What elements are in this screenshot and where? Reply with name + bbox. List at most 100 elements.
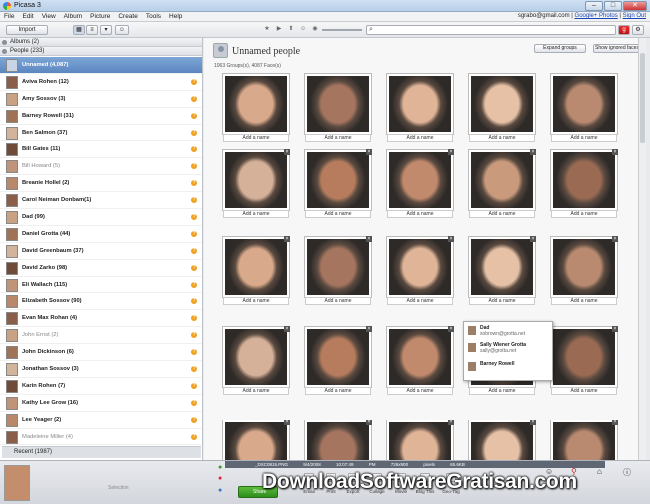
face-photo[interactable] [305, 237, 371, 297]
clear-icon[interactable]: ● [218, 475, 222, 482]
sidebar-item-person[interactable]: Jonathan Sossov (3)? [0, 361, 202, 378]
add-name-field[interactable]: Add a name [469, 297, 535, 305]
ignore-face-icon[interactable]: × [284, 420, 290, 425]
maximize-button[interactable]: □ [604, 1, 622, 11]
scrollbar-thumb[interactable] [640, 53, 645, 143]
add-name-field[interactable]: Add a name [551, 387, 617, 395]
face-tile[interactable]: × Add a name [302, 149, 374, 230]
face-tile[interactable]: × [384, 420, 456, 460]
sidebar-item-person[interactable]: Lee Yeager (2)? [0, 412, 202, 429]
unconfirmed-icon[interactable]: ? [191, 298, 197, 305]
sidebar-item-person[interactable]: David Greenbaum (37)? [0, 243, 202, 260]
face-photo[interactable] [305, 420, 371, 460]
face-tile[interactable]: × Add a name [466, 236, 538, 317]
face-photo[interactable] [305, 74, 371, 134]
menu-help[interactable]: Help [165, 12, 186, 20]
sidebar-item-person[interactable]: Karin Rohen (7)? [0, 378, 202, 395]
face-tile[interactable]: × [466, 420, 538, 460]
sidebar-item-person[interactable]: Bill Gates (11)? [0, 141, 202, 159]
ignore-face-icon[interactable]: × [530, 420, 536, 425]
add-name-field[interactable]: Add a name [223, 210, 289, 218]
unconfirmed-icon[interactable]: ? [191, 95, 197, 102]
sidebar-item-person[interactable]: Ben Salmon (37)? [0, 125, 202, 142]
face-photo[interactable] [305, 327, 371, 387]
expand-arrow-icon[interactable] [2, 40, 7, 45]
sidebar-item-person[interactable]: Daniel Grotta (44)? [0, 226, 202, 243]
face-tile[interactable]: × Add a name [548, 326, 620, 407]
add-name-field[interactable]: Add a name [551, 210, 617, 218]
add-name-field[interactable]: Add a name [305, 297, 371, 305]
close-button[interactable]: ✕ [623, 1, 647, 11]
face-tile[interactable]: × Add a name [384, 149, 456, 230]
sidebar-item-person[interactable]: Elizabeth Sossov (90)? [0, 293, 202, 311]
scrollbar[interactable] [638, 38, 646, 460]
ignore-face-icon[interactable]: × [612, 420, 618, 425]
unconfirmed-icon[interactable]: ? [191, 433, 197, 440]
sidebar-item-person[interactable]: Madeleine Miller (4)? [0, 429, 202, 446]
add-name-field[interactable]: Add a name [223, 134, 289, 142]
face-photo[interactable] [387, 237, 453, 297]
unconfirmed-icon[interactable]: ? [191, 180, 197, 187]
search-input[interactable] [377, 26, 613, 34]
face-tile[interactable]: × Add a name [220, 236, 292, 317]
add-name-field[interactable]: Add a name [387, 297, 453, 305]
menu-view[interactable]: View [38, 12, 60, 20]
add-name-field[interactable]: Add a name [387, 210, 453, 218]
video-filter-icon[interactable]: ▶ [276, 26, 282, 32]
unconfirmed-icon[interactable]: ? [191, 129, 197, 136]
uploaded-filter-icon[interactable]: ⬆ [288, 26, 294, 32]
ignore-face-icon[interactable]: × [366, 326, 372, 332]
expand-groups-button[interactable]: Expand groups [534, 44, 586, 53]
face-tile[interactable]: × Add a name [302, 326, 374, 407]
ignore-face-icon[interactable]: × [284, 236, 290, 242]
unconfirmed-icon[interactable]: ? [191, 315, 197, 322]
unconfirmed-icon[interactable]: ? [191, 247, 197, 254]
ignore-face-icon[interactable]: × [448, 149, 454, 155]
face-photo[interactable] [551, 327, 617, 387]
face-tile[interactable]: × Add a name [548, 236, 620, 317]
unconfirmed-icon[interactable]: ? [191, 163, 197, 170]
sidebar-item-person[interactable]: Evan Max Rohan (4)? [0, 310, 202, 328]
menu-album[interactable]: Album [60, 12, 86, 20]
ignore-face-icon[interactable]: × [366, 420, 372, 425]
face-photo[interactable] [469, 237, 535, 297]
search-box[interactable]: ⌕ [366, 25, 616, 35]
collapse-arrow-icon[interactable] [2, 49, 7, 54]
unconfirmed-icon[interactable]: ? [191, 146, 197, 153]
unconfirmed-icon[interactable]: ? [191, 214, 197, 221]
menu-edit[interactable]: Edit [18, 12, 37, 20]
face-photo[interactable] [469, 420, 535, 460]
face-photo[interactable] [305, 150, 371, 210]
face-tile[interactable]: Add a name [220, 74, 292, 154]
add-name-field[interactable]: Add a name [223, 297, 289, 305]
people-header[interactable]: People (233) [0, 47, 202, 56]
add-name-field[interactable]: Add a name [305, 210, 371, 218]
geotag-filter-icon[interactable]: ◉ [312, 26, 318, 32]
google-photos-link[interactable]: Google+ Photos [575, 13, 618, 19]
face-tile[interactable]: × [548, 420, 620, 460]
add-name-field[interactable]: Add a name [387, 387, 453, 395]
settings-icon[interactable]: ⚙ [632, 25, 644, 35]
ignore-face-icon[interactable]: × [284, 326, 290, 332]
tray-thumbnail[interactable] [4, 465, 30, 501]
suggestion-item[interactable]: Sally Wiener Grotta sally@grotta.net [466, 341, 552, 355]
sidebar-item-person[interactable]: Kathy Lee Grow (16)? [0, 395, 202, 412]
face-photo[interactable] [387, 420, 453, 460]
face-photo[interactable] [223, 150, 289, 210]
ignore-face-icon[interactable]: × [612, 149, 618, 155]
people-manager-button[interactable]: ☺ [115, 25, 129, 35]
sidebar-item-person[interactable]: John Dickinson (6)? [0, 344, 202, 362]
unconfirmed-icon[interactable]: ? [191, 264, 197, 271]
add-to-album-icon[interactable]: ● [218, 487, 222, 494]
face-photo[interactable] [551, 150, 617, 210]
menu-picture[interactable]: Picture [86, 12, 114, 20]
star-filter-icon[interactable]: ★ [264, 26, 270, 32]
menu-file[interactable]: File [0, 12, 18, 20]
unconfirmed-icon[interactable]: ? [191, 416, 197, 423]
ignore-face-icon[interactable]: × [612, 236, 618, 242]
face-photo[interactable] [551, 420, 617, 460]
face-tile[interactable]: × [220, 420, 292, 460]
sidebar-item-person[interactable]: Bill Howard (5)? [0, 158, 202, 176]
face-photo[interactable] [469, 150, 535, 210]
add-name-field[interactable]: Add a name [551, 134, 617, 142]
